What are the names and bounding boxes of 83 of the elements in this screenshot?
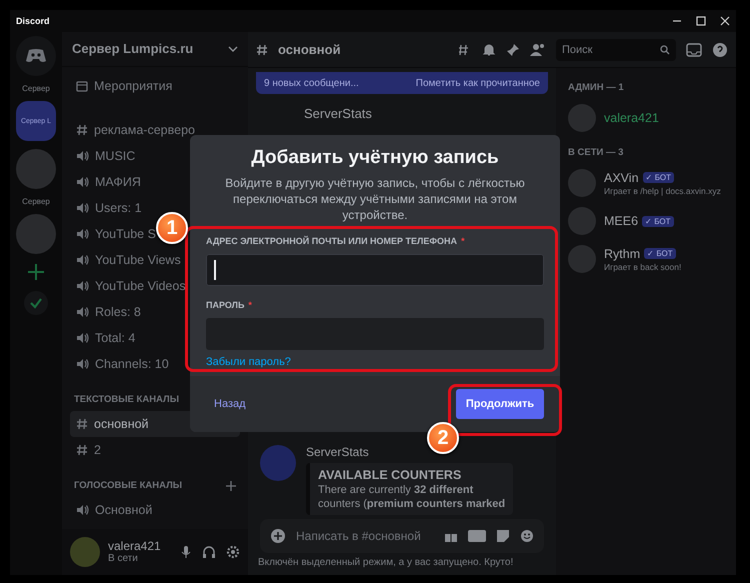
dialog-title: Добавить учётную запись	[250, 147, 500, 169]
text-cursor	[214, 260, 216, 280]
emoji-icon[interactable]	[520, 529, 534, 543]
speaker-icon	[76, 504, 89, 516]
back-button[interactable]: Назад	[214, 398, 246, 410]
add-icon[interactable]	[26, 262, 46, 282]
channel-item[interactable]: MUSIC	[70, 142, 240, 169]
bot-tag: ✓ БОТ	[642, 216, 674, 226]
member-name[interactable]: Rythm	[604, 246, 640, 260]
hash-icon	[76, 444, 88, 456]
channel-item[interactable]: Основной	[70, 496, 240, 523]
required-mark: *	[461, 236, 465, 246]
bell-icon[interactable]	[482, 42, 496, 56]
message-author[interactable]: ServerStats	[260, 106, 544, 121]
inbox-icon[interactable]	[686, 42, 702, 56]
speaker-icon	[76, 332, 89, 344]
controller-icon	[25, 48, 47, 64]
search-field[interactable]: Поиск	[556, 38, 676, 60]
speaker-icon	[76, 202, 89, 214]
search-icon	[660, 44, 670, 54]
dialog-description: Войдите в другую учётную запись, чтобы с лёгкостью переключаться между учётными записями на этом устройстве.	[224, 175, 526, 224]
continue-button[interactable]: Продолжить	[456, 388, 544, 419]
hash-icon	[256, 44, 268, 56]
speaker-icon	[76, 228, 89, 240]
user-status: В сети	[108, 553, 139, 564]
status-note: Включён выделенный режим, а у вас запущено. Круто!	[257, 557, 514, 570]
member-group-title: АДМИН — 1	[567, 81, 625, 95]
server-label[interactable]: Сервер	[22, 84, 50, 93]
required-mark: *	[248, 300, 252, 310]
members-icon[interactable]	[530, 42, 546, 56]
speaker-icon	[76, 358, 89, 370]
home-button[interactable]	[16, 36, 56, 76]
server-name[interactable]: Сервер Lumpics.ru	[72, 41, 194, 56]
field-label: АДРЕС ЭЛЕКТРОННОЙ ПОЧТЫ ИЛИ НОМЕР ТЕЛЕФОНА	[206, 236, 458, 246]
channel-item[interactable]: YouTube Videos	[70, 272, 240, 299]
speaker-icon	[76, 176, 89, 188]
member-activity: Играет в back soon!	[604, 262, 682, 272]
email-field[interactable]	[206, 254, 544, 286]
channel-title: основной	[278, 42, 342, 57]
sticker-icon[interactable]	[496, 529, 510, 543]
maximize-icon[interactable]	[696, 16, 706, 26]
embed-title: AVAILABLE COUNTERS	[318, 468, 462, 482]
channel-item[interactable]: Total: 4	[70, 324, 240, 351]
chevron-down-icon[interactable]	[228, 44, 238, 53]
speaker-icon	[76, 280, 89, 292]
channel-item[interactable]: YouTube Views	[70, 246, 240, 273]
member-activity: Играет в /help | docs.axvin.xyz	[604, 186, 721, 196]
mark-read-link[interactable]: Пометить как прочитанное	[416, 78, 540, 88]
hash-icon	[76, 124, 88, 136]
close-icon[interactable]	[720, 16, 730, 26]
app-title: Discord	[16, 16, 50, 26]
member-name[interactable]: MEE6	[604, 214, 638, 228]
channel-item[interactable]: Мероприятия	[70, 72, 240, 99]
member-group-title: В СЕТИ — 3	[567, 146, 624, 160]
member-name[interactable]: AXVin	[604, 170, 639, 184]
help-icon[interactable]	[712, 42, 728, 58]
microphone-icon[interactable]	[180, 544, 192, 559]
bot-tag: ✓ БОТ	[644, 248, 676, 259]
username: valera421	[108, 539, 162, 554]
add-circle-icon[interactable]	[270, 528, 286, 544]
new-messages-text: 9 новых сообщени...	[264, 78, 359, 88]
speaker-icon	[76, 306, 89, 318]
server-label[interactable]: Сервер	[22, 197, 50, 206]
field-label: ПАРОЛЬ	[206, 300, 244, 310]
compass-icon[interactable]	[23, 290, 49, 316]
speaker-icon	[76, 150, 89, 162]
channel-item[interactable]: реклама-серверо	[70, 116, 240, 143]
hash-icon	[76, 418, 88, 430]
message-field[interactable]: Написать в #основной	[260, 519, 544, 553]
channel-item[interactable]: 2	[70, 436, 240, 463]
member-name[interactable]: valera421	[604, 111, 659, 125]
category-label[interactable]: ГОЛОСОВЫЕ КАНАЛЫ	[74, 480, 182, 491]
embed-text: counters (premium counters marked	[318, 498, 506, 510]
new-messages-bar[interactable]: 9 новых сообщени... Пометить как прочитанное	[256, 72, 548, 94]
bot-tag: ✓ БОТ	[642, 172, 674, 183]
headphones-icon[interactable]	[202, 544, 216, 559]
calendar-icon	[76, 80, 88, 92]
embed-text: There are currently 32 different	[318, 484, 474, 496]
add-icon[interactable]	[226, 480, 236, 491]
settings-icon[interactable]	[226, 544, 240, 559]
speaker-icon	[76, 254, 89, 266]
category-label[interactable]: ТЕКСТОВЫЕ КАНАЛЫ	[74, 394, 179, 405]
forgot-password-link[interactable]: Забыли пароль?	[206, 356, 291, 368]
